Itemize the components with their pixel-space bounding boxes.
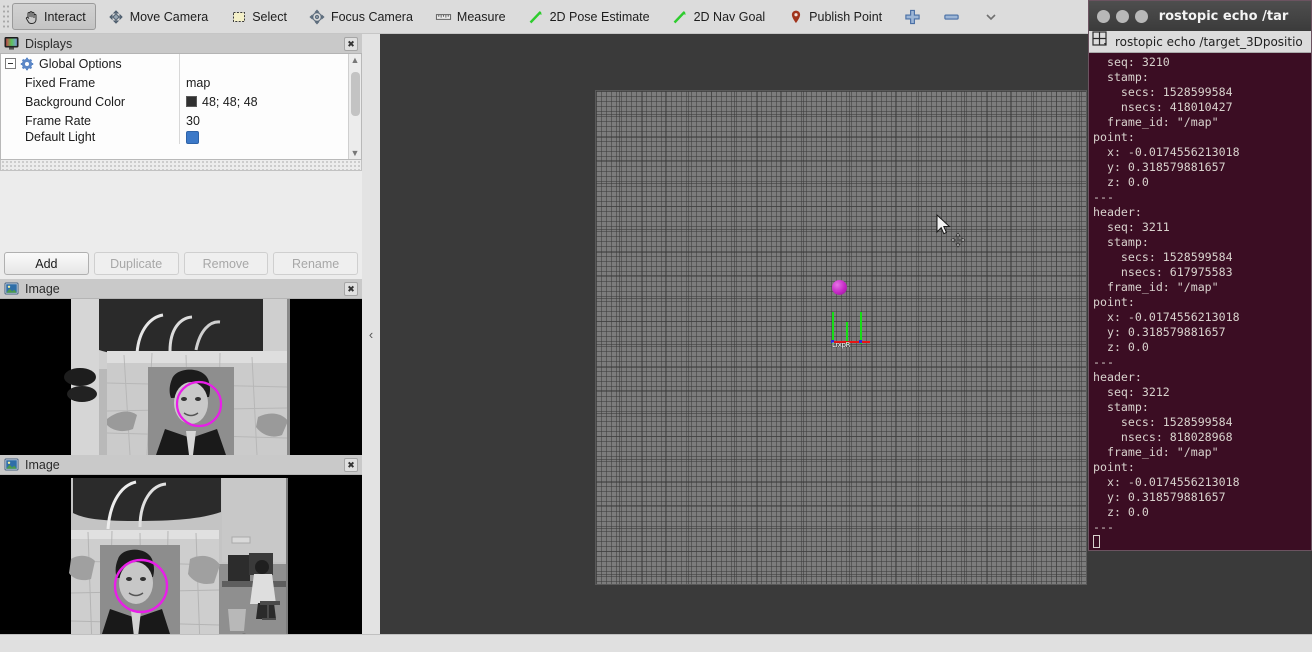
plus-icon xyxy=(904,8,921,25)
image-panel-2-canvas[interactable] xyxy=(0,475,362,646)
remove-button[interactable]: Remove xyxy=(183,252,269,275)
displays-panel-header: Displays ✖ xyxy=(0,34,362,54)
tool-focus-camera[interactable]: Focus Camera xyxy=(299,3,423,30)
rename-button[interactable]: Rename xyxy=(273,252,358,275)
move-cursor-icon xyxy=(950,232,966,253)
ruler-icon xyxy=(435,8,452,25)
nav-goal-arrow-icon xyxy=(672,8,689,25)
image-panel-1-title: Image xyxy=(25,281,60,296)
rviz-application-window: Interact Move Camera Select Focus Camera xyxy=(0,0,1312,652)
terminal-window-title: rostopic echo /tar xyxy=(1158,8,1289,24)
tree-value-background-color[interactable]: 48; 48; 48 xyxy=(202,95,258,109)
tool-select[interactable]: Select xyxy=(220,3,297,30)
tool-measure[interactable]: Measure xyxy=(425,3,516,30)
tool-measure-label: Measure xyxy=(456,9,506,24)
terminal-tab-label[interactable]: rostopic echo /target_3Dpositio xyxy=(1115,35,1303,49)
tree-label-fixed-frame: Fixed Frame xyxy=(25,75,96,90)
chevron-down-icon xyxy=(982,8,999,25)
terminal-window[interactable]: rostopic echo /tar rostopic echo /target… xyxy=(1088,0,1312,551)
terminal-output-text: seq: 3210 stamp: secs: 1528599584 nsecs:… xyxy=(1093,55,1240,534)
status-bar xyxy=(0,634,1312,652)
image-icon xyxy=(4,281,19,296)
add-button[interactable]: Add xyxy=(4,252,89,275)
pose-arrow-icon xyxy=(528,8,545,25)
window-close-button[interactable] xyxy=(1097,9,1110,23)
camera-image-1 xyxy=(0,299,362,455)
tree-row-background-color[interactable]: Background Color 48; 48; 48 xyxy=(1,92,361,111)
grid-display xyxy=(596,91,1086,584)
default-light-checkbox[interactable] xyxy=(186,130,199,144)
image-panel-1-close-button[interactable]: ✖ xyxy=(344,281,358,296)
tree-value-frame-rate[interactable]: 30 xyxy=(186,114,200,128)
select-rect-icon xyxy=(230,8,247,25)
tool-remove[interactable] xyxy=(933,3,970,30)
tree-row-fixed-frame[interactable]: Fixed Frame map xyxy=(1,73,361,92)
move-camera-icon xyxy=(108,8,125,25)
displays-panel-close-button[interactable]: ✖ xyxy=(344,36,358,51)
tool-2d-pose-estimate-label: 2D Pose Estimate xyxy=(549,9,650,24)
tree-row-global-options[interactable]: Global Options xyxy=(1,54,361,73)
tool-2d-nav-goal[interactable]: 2D Nav Goal xyxy=(662,3,776,30)
displays-tree-hscrollbar[interactable] xyxy=(0,160,362,171)
tool-2d-nav-goal-label: 2D Nav Goal xyxy=(693,9,766,24)
image-panel-1-canvas[interactable] xyxy=(0,299,362,455)
image-panel-1-header: Image ✖ xyxy=(0,279,362,299)
tool-focus-camera-label: Focus Camera xyxy=(330,9,413,24)
tree-label-global-options: Global Options xyxy=(39,56,122,71)
terminal-cursor xyxy=(1093,534,1100,548)
tree-row-frame-rate[interactable]: Frame Rate 30 xyxy=(1,111,361,130)
terminal-menu-icon[interactable] xyxy=(1092,30,1109,53)
map-pin-icon xyxy=(787,8,804,25)
displays-empty-area xyxy=(0,171,362,247)
tool-move-camera[interactable]: Move Camera xyxy=(98,3,219,30)
tool-select-label: Select xyxy=(252,9,287,24)
toolbar-drag-grip[interactable] xyxy=(2,3,11,30)
displays-tree-scrollbar[interactable]: ▲ ▼ xyxy=(348,54,361,159)
scrollbar-thumb[interactable] xyxy=(351,72,360,116)
minus-icon xyxy=(943,8,960,25)
duplicate-button[interactable]: Duplicate xyxy=(93,252,179,275)
focus-camera-icon xyxy=(309,8,326,25)
tree-label-frame-rate: Frame Rate xyxy=(25,113,91,128)
tool-move-camera-label: Move Camera xyxy=(129,9,209,24)
tree-label-default-light: Default Light xyxy=(25,130,96,144)
camera-image-2 xyxy=(0,475,362,646)
tf-frame-label: LrxpR xyxy=(832,341,851,349)
terminal-output[interactable]: seq: 3210 stamp: secs: 1528599584 nsecs:… xyxy=(1089,53,1311,550)
tree-value-fixed-frame[interactable]: map xyxy=(186,76,210,90)
tf-axis-origin-2 xyxy=(859,340,862,343)
displays-button-row: Add Duplicate Remove Rename xyxy=(0,247,362,279)
scroll-up-icon[interactable]: ▲ xyxy=(351,54,360,66)
image-icon xyxy=(4,457,19,472)
image-panel-2-title: Image xyxy=(25,457,60,472)
target-3d-position-marker xyxy=(832,280,847,295)
tool-add[interactable] xyxy=(894,3,931,30)
tool-2d-pose-estimate[interactable]: 2D Pose Estimate xyxy=(518,3,660,30)
expander-icon[interactable] xyxy=(5,58,16,69)
terminal-tabbar[interactable]: rostopic echo /target_3Dpositio xyxy=(1089,30,1311,53)
panel-collapse-handle[interactable]: ‹ xyxy=(362,34,380,634)
image-panel-2-header: Image ✖ xyxy=(0,455,362,475)
hand-icon xyxy=(22,8,39,25)
tool-publish-point-label: Publish Point xyxy=(809,9,883,24)
toolbar-overflow-menu[interactable] xyxy=(972,3,1009,30)
tree-label-background-color: Background Color xyxy=(25,94,126,109)
gear-icon xyxy=(20,57,34,71)
displays-tree[interactable]: Global Options Fixed Frame map Backgroun… xyxy=(0,54,362,160)
left-dock: Displays ✖ Global Options Fixed Frame ma… xyxy=(0,34,362,646)
tool-interact-label: Interact xyxy=(44,9,86,24)
terminal-titlebar[interactable]: rostopic echo /tar xyxy=(1089,1,1311,31)
displays-panel-title: Displays xyxy=(25,36,73,51)
tool-interact[interactable]: Interact xyxy=(12,3,96,30)
window-minimize-button[interactable] xyxy=(1116,9,1129,23)
tree-row-default-light[interactable]: Default Light xyxy=(1,130,361,144)
scroll-down-icon[interactable]: ▼ xyxy=(351,147,360,159)
displays-icon xyxy=(4,36,19,51)
color-swatch[interactable] xyxy=(186,96,197,107)
window-maximize-button[interactable] xyxy=(1135,9,1148,23)
image-panel-2-close-button[interactable]: ✖ xyxy=(344,457,358,472)
tool-publish-point[interactable]: Publish Point xyxy=(777,3,892,30)
